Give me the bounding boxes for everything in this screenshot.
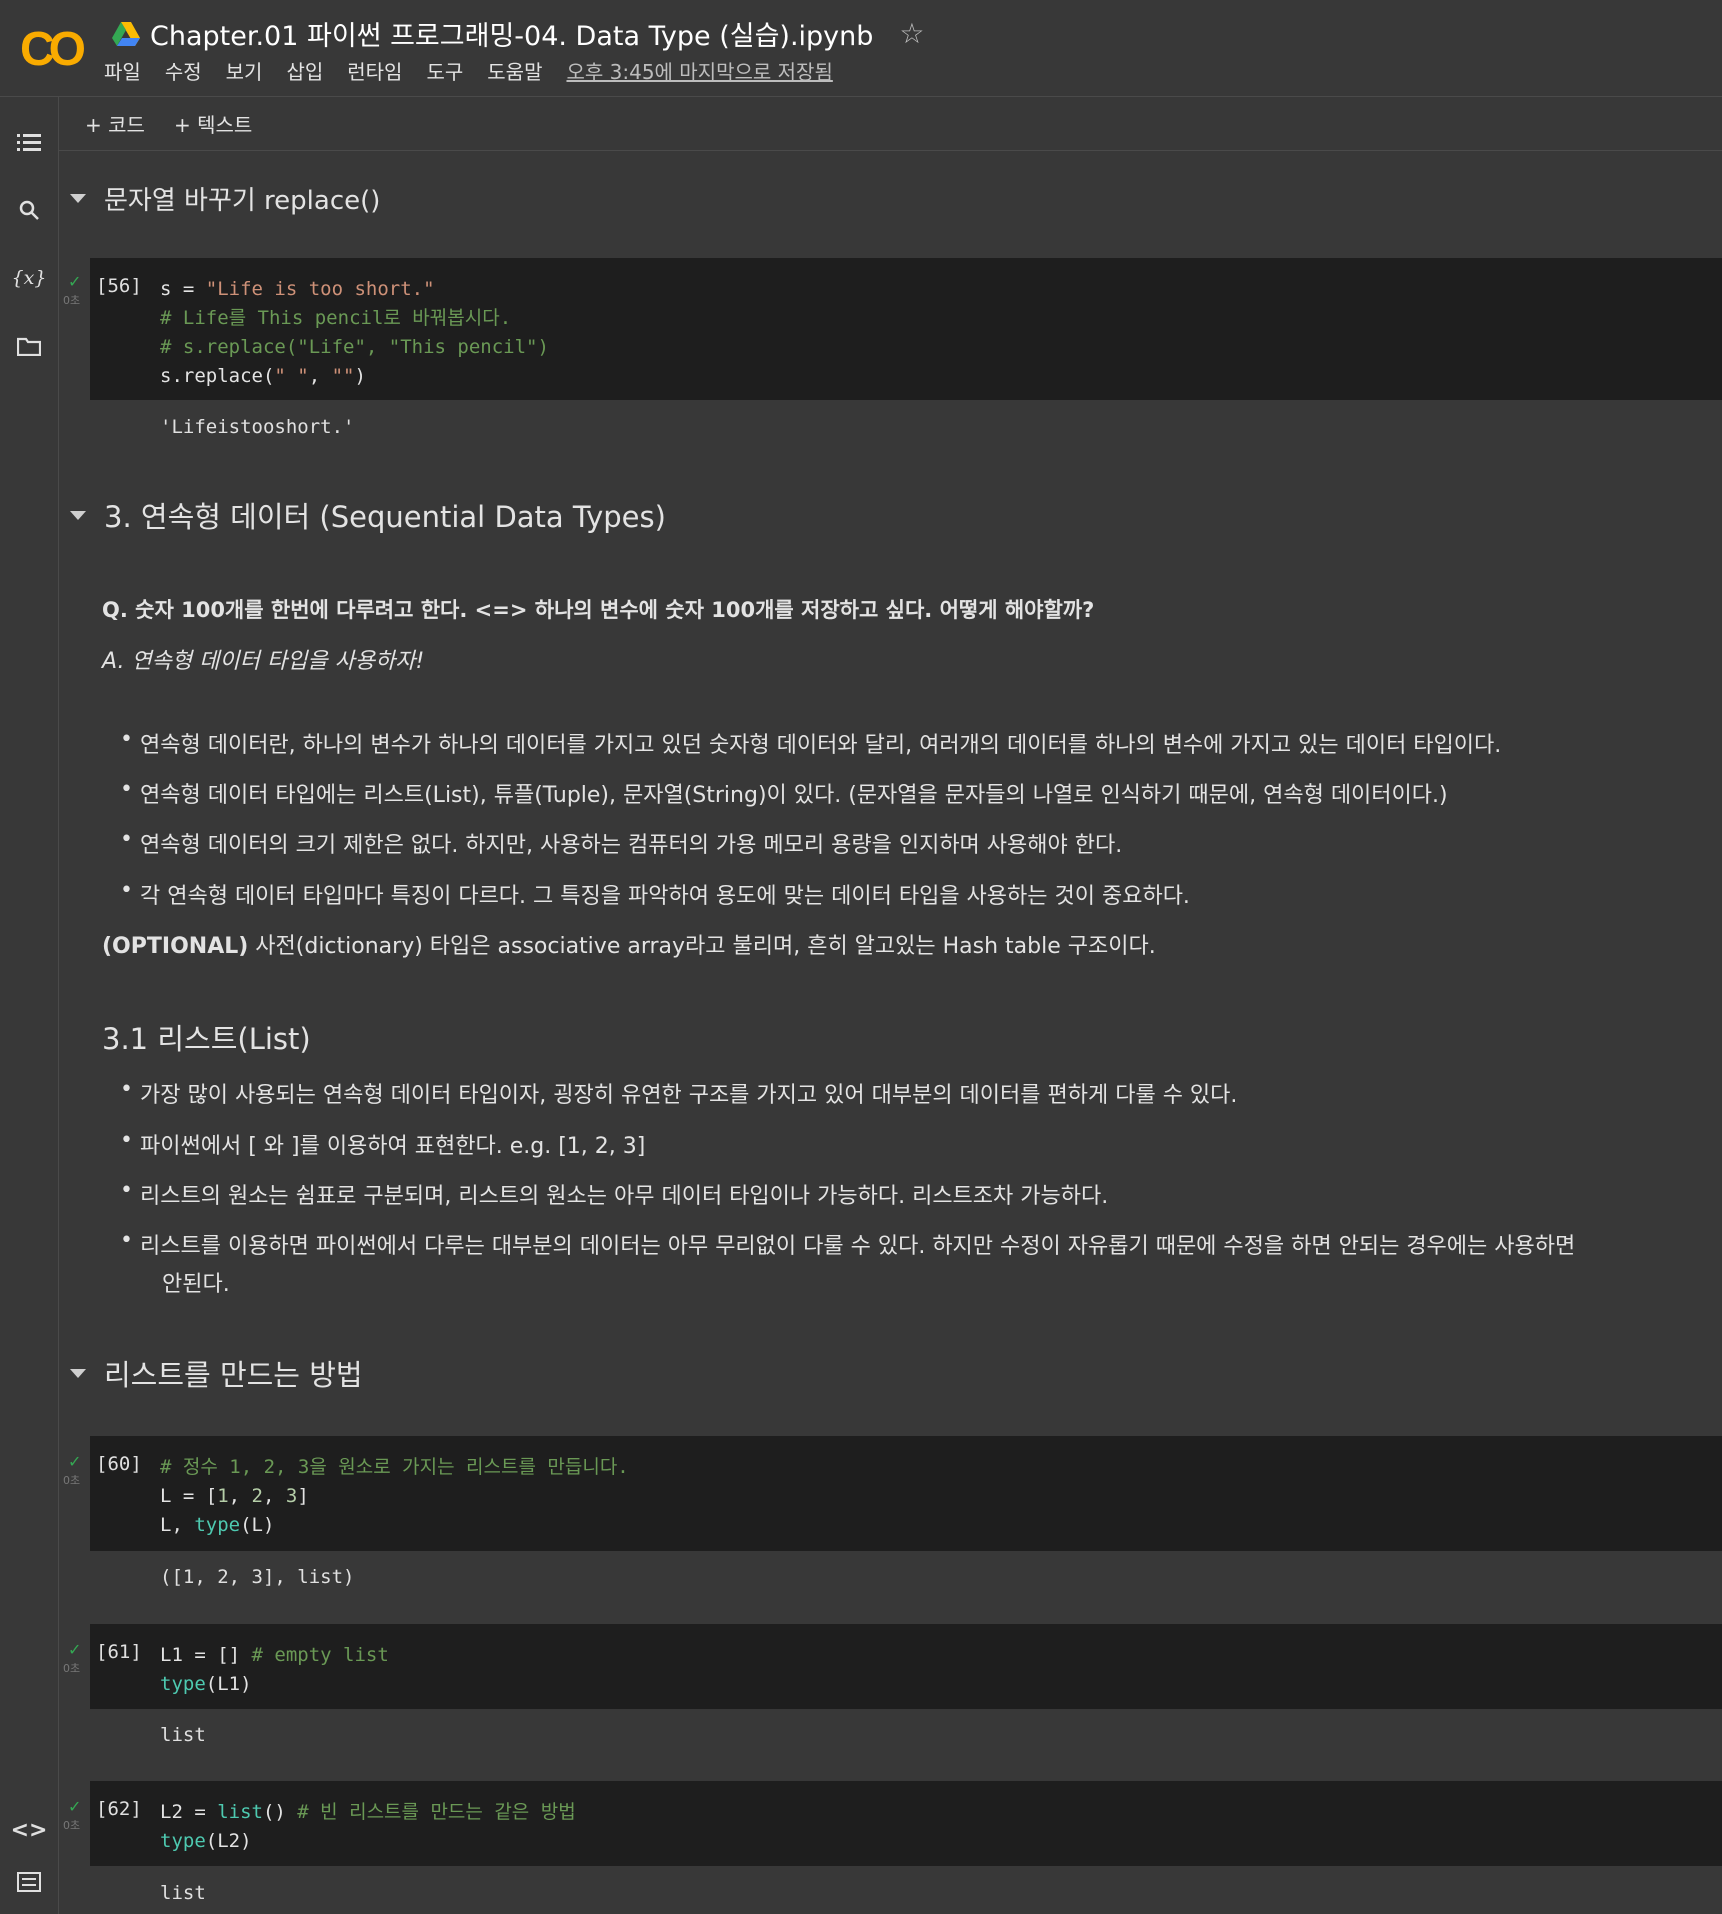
notebook-toolbar: + 코드 + 텍스트 [59,97,1722,151]
toc-icon[interactable] [14,127,44,157]
question-text: Q. 숫자 100개를 한번에 다루려고 한다. <=> 하나의 변수에 숫자 … [102,598,1095,622]
list-item: 리스트의 원소는 쉼표로 구분되며, 리스트의 원소는 아무 데이터 타입이나 … [120,1178,1108,1210]
search-icon[interactable] [14,195,44,225]
list-item: 가장 많이 사용되는 연속형 데이터 타입이자, 굉장히 유연한 구조를 가지고… [120,1077,1237,1109]
code-cell-60[interactable]: [60] # 정수 1, 2, 3을 원소로 가지는 리스트를 만듭니다. L … [90,1436,1722,1551]
list-item: 연속형 데이터란, 하나의 변수가 하나의 데이터를 가지고 있던 숫자형 데이… [120,727,1501,759]
run-success-icon: ✓ [68,1797,82,1816]
code-icon[interactable]: <> [11,1815,48,1845]
code-editor[interactable]: L2 = list() # 빈 리스트를 만드는 같은 방법 type(L2) [160,1798,576,1856]
list-item: 리스트를 이용하면 파이썬에서 다루는 대부분의 데이터는 아무 무리없이 다룰… [120,1228,1575,1260]
section-heading-make-list: 리스트를 만드는 방법 [70,1352,363,1394]
run-success-icon: ✓ [68,1452,82,1471]
code-editor[interactable]: L1 = [] # empty list type(L1) [160,1641,389,1699]
run-success-icon: ✓ [68,1640,82,1659]
code-editor[interactable]: s = "Life is too short." # Life를 This pe… [160,275,549,391]
menu-edit[interactable]: 수정 [165,56,202,85]
cell-prompt: [61] [96,1641,142,1663]
menu-runtime[interactable]: 런타임 [347,56,402,85]
menu-tools[interactable]: 도구 [426,56,463,85]
app-header: CO Chapter.01 파이썬 프로그래밍-04. Data Type (실… [0,0,1722,97]
run-success-icon: ✓ [68,272,82,291]
add-code-button[interactable]: + 코드 [85,109,145,138]
optional-note: (OPTIONAL) 사전(dictionary) 타입은 associativ… [102,934,1156,959]
add-text-button[interactable]: + 텍스트 [174,109,252,138]
google-drive-icon [112,21,140,46]
variables-icon[interactable]: {x} [12,263,47,293]
answer-text: A. 연속형 데이터 타입을 사용하자! [102,649,425,674]
star-icon[interactable]: ☆ [899,17,924,50]
exec-time: 0초 [63,1819,81,1832]
cell-output: list [160,1724,206,1746]
menu-file[interactable]: 파일 [104,56,141,85]
folder-icon[interactable] [14,331,44,361]
cell-prompt: [56] [96,275,142,297]
cell-prompt: [62] [96,1798,142,1820]
cell-output: ([1, 2, 3], list) [160,1566,355,1588]
code-cell-56[interactable]: [56] s = "Life is too short." # Life를 Th… [90,258,1722,400]
exec-time: 0초 [63,1662,81,1675]
menu-view[interactable]: 보기 [226,56,263,85]
code-editor[interactable]: # 정수 1, 2, 3을 원소로 가지는 리스트를 만듭니다. L = [1,… [160,1453,629,1540]
saved-status-link[interactable]: 오후 3:45에 마지막으로 저장됨 [566,56,832,85]
section-heading-replace: 문자열 바꾸기 replace() [70,180,380,217]
menu-help[interactable]: 도움말 [487,56,542,85]
notebook-title[interactable]: Chapter.01 파이썬 프로그래밍-04. Data Type (실습).… [150,14,873,53]
list-item: 파이썬에서 [ 와 ]를 이용하여 표현한다. e.g. [1, 2, 3] [120,1128,645,1160]
cell-output: 'Lifeistooshort.' [160,416,355,438]
colab-logo[interactable]: CO [20,22,86,77]
exec-time: 0초 [63,294,81,307]
code-cell-62[interactable]: [62] L2 = list() # 빈 리스트를 만드는 같은 방법 type… [90,1781,1722,1866]
section-heading-sequential: 3. 연속형 데이터 (Sequential Data Types) [70,494,666,536]
cell-prompt: [60] [96,1453,142,1475]
subsection-heading-list: 3.1 리스트(List) [102,1022,311,1056]
exec-time: 0초 [63,1474,81,1487]
collapse-caret-icon[interactable] [70,510,86,520]
collapse-caret-icon[interactable] [70,1368,86,1378]
list-item: 각 연속형 데이터 타입마다 특징이 다르다. 그 특징을 파악하여 용도에 맞… [120,878,1190,910]
terminal-icon[interactable] [14,1867,44,1897]
cell-output: list [160,1882,206,1904]
list-item: 연속형 데이터의 크기 제한은 없다. 하지만, 사용하는 컴퓨터의 가용 메모… [120,827,1122,859]
list-item-continuation: 안된다. [162,1272,230,1297]
menu-bar: 파일 수정 보기 삽입 런타임 도구 도움말 오후 3:45에 마지막으로 저장… [104,56,857,85]
left-sidebar: {x} <> [0,97,59,1914]
list-item: 연속형 데이터 타입에는 리스트(List), 튜플(Tuple), 문자열(S… [120,777,1448,809]
code-cell-61[interactable]: [61] L1 = [] # empty list type(L1) [90,1624,1722,1709]
menu-insert[interactable]: 삽입 [286,56,323,85]
collapse-caret-icon[interactable] [70,194,86,203]
